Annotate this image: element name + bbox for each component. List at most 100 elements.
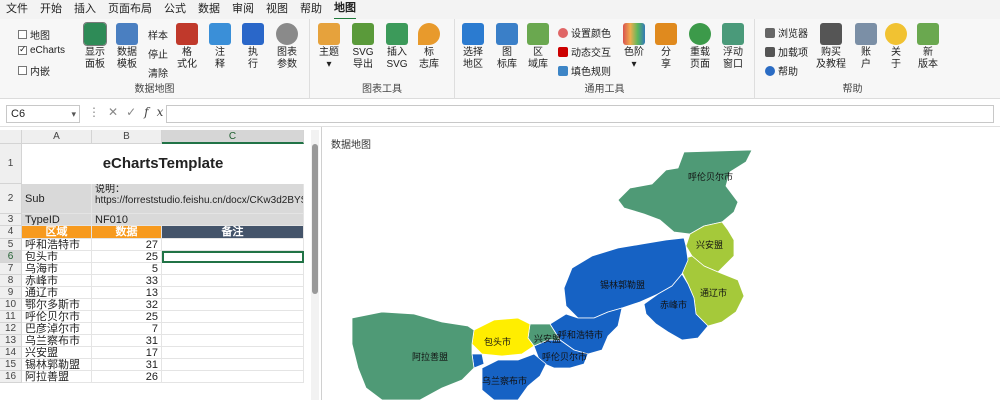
menu-formulas[interactable]: 公式 [164,0,186,19]
menu-view[interactable]: 视图 [266,0,288,19]
row-header[interactable]: 2 [0,184,22,214]
region-cell[interactable]: 鄂尔多斯市 [22,299,92,311]
menu-review[interactable]: 审阅 [232,0,254,19]
chart-params-button[interactable]: 图表 参数 [272,23,302,71]
note-cell[interactable] [162,311,304,323]
region-cell[interactable]: 阿拉善盟 [22,371,92,383]
show-panel-button[interactable]: 显示 面板 [80,22,110,71]
note-cell[interactable] [162,263,304,275]
sub-note-cell[interactable]: 说明：https://forreststudio.feishu.cn/docx/… [92,184,304,214]
region-cell[interactable]: 乌海市 [22,263,92,275]
row-header[interactable]: 16 [0,371,22,383]
note-cell[interactable] [162,275,304,287]
note-cell[interactable] [162,323,304,335]
header-data-cell[interactable]: 数据 [92,226,162,239]
insert-svg-button[interactable]: 插入 SVG [382,23,412,71]
region-library-button[interactable]: 区 域库 [523,23,553,71]
region-cell[interactable]: 赤峰市 [22,275,92,287]
theme-button[interactable]: 主题 ▾ [314,23,344,71]
row-header[interactable]: 3 [0,214,22,226]
region-cell[interactable]: 呼伦贝尔市 [22,311,92,323]
row-header[interactable]: 14 [0,347,22,359]
value-cell[interactable]: 32 [92,299,162,311]
sample-button[interactable]: 样本 [148,27,168,42]
value-cell[interactable]: 31 [92,335,162,347]
note-cell[interactable] [162,239,304,251]
sheet-title-cell[interactable]: eChartsTemplate [22,144,304,184]
note-cell[interactable] [162,359,304,371]
header-note-cell[interactable]: 备注 [162,226,304,239]
stop-button[interactable]: 停止 [148,46,168,61]
row-header[interactable]: 10 [0,299,22,311]
icon-library-button[interactable]: 图 标库 [492,23,522,71]
help-button[interactable]: 帮助 [765,63,798,78]
checkbox-box[interactable] [18,44,27,55]
select-region-button[interactable]: 选择 地区 [458,23,488,71]
menu-help[interactable]: 帮助 [300,0,322,19]
value-cell[interactable]: 13 [92,287,162,299]
row-header[interactable]: 5 [0,239,22,251]
svg-export-button[interactable]: SVG 导出 [348,23,378,71]
marker-library-button[interactable]: 标 志库 [414,23,444,71]
annotation-button[interactable]: 注 释 [205,23,235,71]
fill-rule-button[interactable]: 填色规则 [558,63,611,78]
note-cell[interactable] [162,335,304,347]
confirm-icon[interactable]: ✓ [126,105,144,119]
note-cell[interactable] [162,347,304,359]
region-cell[interactable]: 锡林郭勒盟 [22,359,92,371]
value-cell[interactable]: 17 [92,347,162,359]
account-button[interactable]: 账 户 [851,23,881,71]
about-button[interactable]: 关 于 [881,23,911,71]
name-box[interactable]: C6 ▾ [6,105,80,123]
row-header[interactable]: 9 [0,287,22,299]
region-cell[interactable]: 呼和浩特市 [22,239,92,251]
column-header-a[interactable]: A [22,130,92,144]
region-cell[interactable]: 通辽市 [22,287,92,299]
formula-input[interactable] [166,105,994,123]
region-cell[interactable]: 包头市 [22,251,92,263]
color-scale-button[interactable]: 色阶 ▾ [619,23,649,71]
value-cell[interactable]: 33 [92,275,162,287]
sub-label-cell[interactable]: Sub [22,184,92,214]
new-version-button[interactable]: 新 版本 [913,23,943,71]
typeid-value-cell[interactable]: NF010 [92,214,304,226]
scrollbar-thumb[interactable] [312,144,318,294]
menu-data[interactable]: 数据 [198,0,220,19]
checkbox-map[interactable]: 地图 [18,27,50,42]
header-region-cell[interactable]: 区域 [22,226,92,239]
addins-button[interactable]: 加载项 [765,44,808,59]
value-cell[interactable]: 25 [92,251,162,263]
value-cell[interactable]: 5 [92,263,162,275]
checkbox-echarts[interactable]: eCharts [18,44,65,56]
checkbox-box[interactable] [18,66,27,75]
run-button[interactable]: 执 行 [238,23,268,71]
row-header[interactable]: 6 [0,251,22,263]
select-all-corner[interactable] [0,130,22,144]
menu-home[interactable]: 开始 [40,0,62,19]
checkbox-box[interactable] [18,30,27,39]
data-template-button[interactable]: 数据 模板 [112,23,142,71]
menu-map[interactable]: 地图 [334,0,356,20]
clear-button[interactable]: 清除 [148,65,168,80]
typeid-label-cell[interactable]: TypeID [22,214,92,226]
purchase-tutorial-button[interactable]: 购买 及教程 [813,23,849,71]
note-cell[interactable] [162,287,304,299]
note-cell[interactable] [162,371,304,383]
chevron-down-icon[interactable]: ▾ [71,106,76,122]
row-header[interactable]: 13 [0,335,22,347]
float-window-button[interactable]: 浮动 窗口 [718,23,748,71]
row-header[interactable]: 7 [0,263,22,275]
column-header-c[interactable]: C [162,130,304,144]
menu-insert[interactable]: 插入 [74,0,96,19]
value-cell[interactable]: 25 [92,311,162,323]
region-hulunbuir[interactable] [617,149,753,235]
row-header[interactable]: 11 [0,311,22,323]
value-cell[interactable]: 27 [92,239,162,251]
row-header[interactable]: 12 [0,323,22,335]
value-cell[interactable]: 31 [92,359,162,371]
vertical-scrollbar[interactable] [311,130,319,400]
column-header-b[interactable]: B [92,130,162,144]
value-cell[interactable]: 26 [92,371,162,383]
more-icon[interactable]: ⋮ [88,105,108,119]
row-header[interactable]: 4 [0,226,22,239]
